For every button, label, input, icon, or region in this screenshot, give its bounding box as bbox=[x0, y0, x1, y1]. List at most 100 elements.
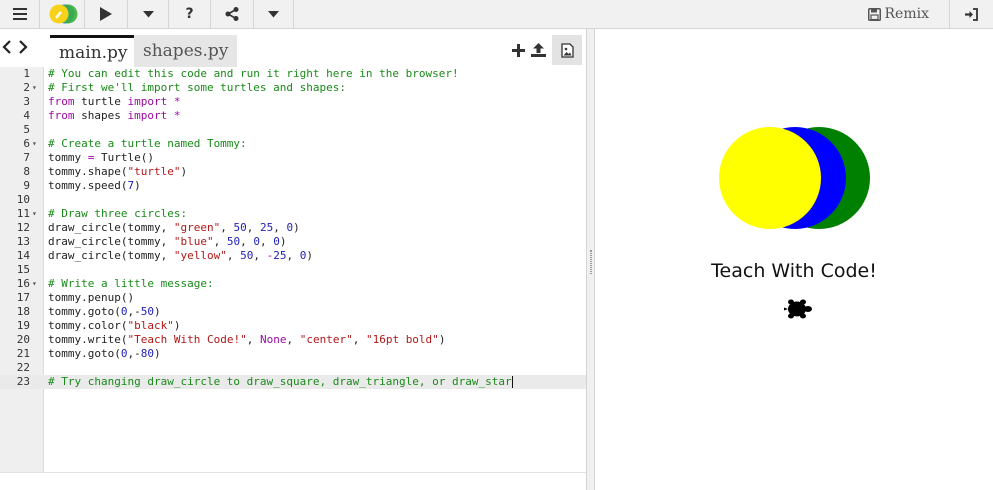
drag-handle[interactable] bbox=[590, 250, 592, 274]
login-button[interactable] bbox=[949, 0, 993, 28]
output-message: Teach With Code! bbox=[711, 260, 877, 282]
code-text: tommy.shape("turtle") bbox=[48, 165, 188, 178]
fold-arrow-icon[interactable]: ▾ bbox=[32, 81, 37, 95]
code-text: tommy.speed(7) bbox=[48, 179, 141, 192]
help-icon: ? bbox=[185, 6, 194, 22]
line-number: 9 bbox=[23, 179, 30, 192]
code-text: tommy = Turtle() bbox=[48, 151, 154, 164]
pane-splitter[interactable] bbox=[586, 29, 595, 490]
code-line[interactable]: 11 ▾ # Draw three circles: bbox=[0, 207, 586, 221]
code-line[interactable]: 3 from turtle import * bbox=[0, 95, 586, 109]
line-number: 1 bbox=[23, 67, 30, 80]
line-number: 4 bbox=[23, 109, 30, 122]
line-number: 7 bbox=[23, 151, 30, 164]
line-number: 8 bbox=[23, 165, 30, 178]
code-line[interactable]: 17 tommy.penup() bbox=[0, 291, 586, 305]
code-line[interactable]: 13 draw_circle(tommy, "blue", 50, 0, 0) bbox=[0, 235, 586, 249]
turtle-icon bbox=[784, 299, 812, 319]
menu-button[interactable] bbox=[0, 0, 40, 28]
tab-navigation bbox=[2, 40, 28, 54]
line-number: 18 bbox=[16, 305, 30, 318]
code-lines: 1 # You can edit this code and run it rig… bbox=[0, 67, 586, 389]
share-button[interactable] bbox=[211, 0, 254, 28]
code-line[interactable]: 1 # You can edit this code and run it rig… bbox=[0, 67, 586, 81]
line-number: 23 bbox=[16, 375, 30, 388]
remix-button[interactable]: Remix bbox=[867, 0, 939, 28]
code-text: tommy.penup() bbox=[48, 291, 135, 304]
fold-arrow-icon[interactable]: ▾ bbox=[32, 207, 37, 221]
code-text: tommy.goto(0,-80) bbox=[48, 347, 161, 360]
image-file-icon bbox=[560, 42, 574, 58]
code-text: # Write a little message: bbox=[48, 277, 214, 290]
tab-shapes-py[interactable]: shapes.py bbox=[134, 35, 238, 67]
code-line[interactable]: 15 bbox=[0, 263, 586, 277]
play-icon bbox=[100, 7, 112, 21]
code-text: tommy.color("black") bbox=[48, 319, 181, 332]
help-button[interactable]: ? bbox=[169, 0, 211, 28]
line-number: 22 bbox=[16, 361, 30, 374]
line-number: 20 bbox=[16, 333, 30, 346]
line-number: 6 bbox=[23, 137, 30, 150]
code-line[interactable]: 9 tommy.speed(7) bbox=[0, 179, 586, 193]
line-number: 10 bbox=[16, 193, 30, 206]
upload-icon[interactable] bbox=[531, 43, 546, 57]
run-button[interactable] bbox=[85, 0, 128, 28]
file-tools bbox=[512, 35, 582, 65]
code-text: # Try changing draw_circle to draw_squar… bbox=[48, 375, 513, 388]
line-number: 15 bbox=[16, 263, 30, 276]
code-line[interactable]: 19 tommy.color("black") bbox=[0, 319, 586, 333]
trinket-logo[interactable] bbox=[40, 0, 85, 28]
line-number: 2 bbox=[23, 81, 30, 94]
code-line[interactable]: 6 ▾ # Create a turtle named Tommy: bbox=[0, 137, 586, 151]
code-text: from turtle import * bbox=[48, 95, 181, 108]
code-line[interactable]: 8 tommy.shape("turtle") bbox=[0, 165, 586, 179]
editor-footer bbox=[0, 472, 586, 490]
chevron-right-icon[interactable] bbox=[18, 40, 28, 54]
chevron-left-icon[interactable] bbox=[2, 40, 12, 54]
code-line[interactable]: 10 bbox=[0, 193, 586, 207]
code-line[interactable]: 23 # Try changing draw_circle to draw_squ… bbox=[0, 375, 586, 389]
line-number: 13 bbox=[16, 235, 30, 248]
code-line[interactable]: 4 from shapes import * bbox=[0, 109, 586, 123]
line-number: 17 bbox=[16, 291, 30, 304]
line-number: 16 bbox=[16, 277, 30, 290]
tab-label: main.py bbox=[59, 42, 128, 63]
code-text: # You can edit this code and run it righ… bbox=[48, 67, 459, 80]
code-text: draw_circle(tommy, "green", 50, 25, 0) bbox=[48, 221, 300, 234]
image-library-button[interactable] bbox=[552, 35, 582, 65]
code-text: from shapes import * bbox=[48, 109, 181, 122]
code-text: tommy.goto(0,-50) bbox=[48, 305, 161, 318]
more-options-dropdown[interactable] bbox=[254, 0, 294, 28]
fold-arrow-icon[interactable]: ▾ bbox=[32, 277, 37, 291]
tab-label: shapes.py bbox=[143, 41, 229, 61]
fold-arrow-icon[interactable]: ▾ bbox=[32, 137, 37, 151]
code-text: # First we'll import some turtles and sh… bbox=[48, 81, 347, 94]
code-line[interactable]: 21 tommy.goto(0,-80) bbox=[0, 347, 586, 361]
code-text: tommy.write("Teach With Code!", None, "c… bbox=[48, 333, 446, 346]
save-icon bbox=[867, 7, 881, 21]
line-number: 11 bbox=[16, 207, 30, 220]
code-text: draw_circle(tommy, "yellow", 50, -25, 0) bbox=[48, 249, 313, 262]
code-line[interactable]: 7 tommy = Turtle() bbox=[0, 151, 586, 165]
code-line[interactable]: 12 draw_circle(tommy, "green", 50, 25, 0) bbox=[0, 221, 586, 235]
line-number: 19 bbox=[16, 319, 30, 332]
run-options-dropdown[interactable] bbox=[128, 0, 169, 28]
caret-down-icon bbox=[268, 10, 279, 17]
code-line[interactable]: 2 ▾ # First we'll import some turtles and … bbox=[0, 81, 586, 95]
code-line[interactable]: 22 bbox=[0, 361, 586, 375]
add-file-icon[interactable] bbox=[512, 43, 525, 57]
code-editor[interactable]: 1 # You can edit this code and run it rig… bbox=[0, 67, 586, 472]
code-line[interactable]: 14 draw_circle(tommy, "yellow", 50, -25, … bbox=[0, 249, 586, 263]
line-number: 12 bbox=[16, 221, 30, 234]
text-cursor bbox=[511, 376, 513, 388]
code-text: draw_circle(tommy, "blue", 50, 0, 0) bbox=[48, 235, 287, 248]
code-line[interactable]: 20 tommy.write("Teach With Code!", None, … bbox=[0, 333, 586, 347]
remix-label: Remix bbox=[884, 6, 929, 22]
code-text: # Draw three circles: bbox=[48, 207, 188, 220]
line-number: 21 bbox=[16, 347, 30, 360]
output-canvas: Teach With Code! bbox=[595, 29, 993, 490]
code-line[interactable]: 5 bbox=[0, 123, 586, 137]
tab-main-py[interactable]: main.py bbox=[50, 35, 137, 67]
code-line[interactable]: 18 tommy.goto(0,-50) bbox=[0, 305, 586, 319]
code-line[interactable]: 16 ▾ # Write a little message: bbox=[0, 277, 586, 291]
